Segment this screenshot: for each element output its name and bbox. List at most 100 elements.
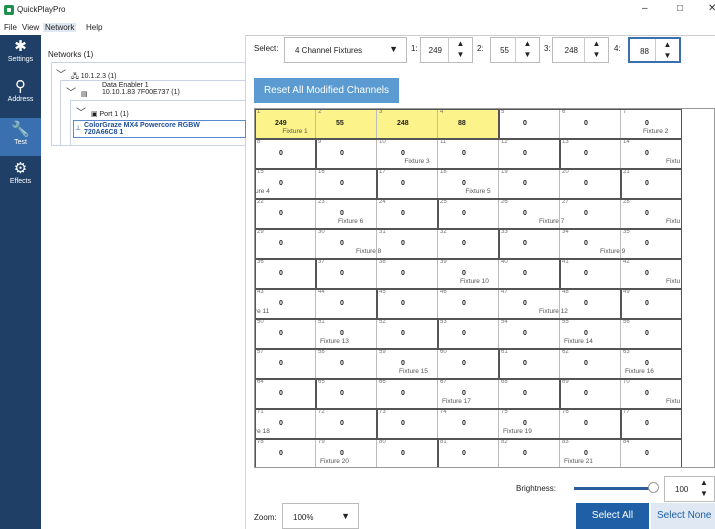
brightness-spinner[interactable]: 100 ▲ ▼ <box>664 476 715 502</box>
channel-3-spinner[interactable]: 248 ▲ ▼ <box>552 37 609 63</box>
channel-cell-53[interactable]: 53 0 <box>438 319 499 349</box>
channel-cell-4[interactable]: 4 88 <box>438 109 499 139</box>
channel-cell-56[interactable]: 56 0 <box>621 319 682 349</box>
channel-cell-73[interactable]: 73 0 <box>377 409 438 439</box>
channel-cell-62[interactable]: 62 0 <box>560 349 621 379</box>
select-none-button[interactable]: Select None <box>651 503 715 529</box>
channel-cell-2[interactable]: 2 55 <box>316 109 377 139</box>
channel-cell-22[interactable]: 22 0 <box>255 199 316 229</box>
brightness-slider-track[interactable] <box>574 487 654 490</box>
menu-network[interactable]: Network <box>43 23 77 32</box>
up-down-arrows-icon[interactable]: ▲ ▼ <box>448 38 472 62</box>
channel-cell-24[interactable]: 24 0 <box>377 199 438 229</box>
channel-cell-40[interactable]: 40 0 <box>499 259 560 289</box>
channel-number: 22 <box>257 199 264 205</box>
channel-cell-21[interactable]: 21 0 <box>621 169 682 199</box>
channel-cell-25[interactable]: 25 0 <box>438 199 499 229</box>
nav-test[interactable]: 🔧 Test <box>0 118 41 156</box>
channel-cell-8[interactable]: 80 <box>255 139 316 169</box>
channel-cell-16[interactable]: 16 0 <box>316 169 377 199</box>
channel-cell-82[interactable]: 82 0 <box>499 439 560 467</box>
channel-cell-11[interactable]: 11 0 <box>438 139 499 169</box>
channel-cell-6[interactable]: 60 <box>560 109 621 139</box>
channel-cell-80[interactable]: 80 0 <box>377 439 438 467</box>
channel-cell-78[interactable]: 78 0 <box>255 439 316 467</box>
fixture-type-dropdown[interactable]: 4 Channel Fixtures ▼ <box>284 37 407 63</box>
up-down-arrows-icon[interactable]: ▲ ▼ <box>700 477 714 501</box>
channel-cell-72[interactable]: 72 0 <box>316 409 377 439</box>
chevron-down-icon[interactable]: ﹀ <box>66 84 76 99</box>
brightness-slider-handle[interactable] <box>648 482 659 493</box>
nav-effects[interactable]: ⚙ Effects <box>0 157 41 195</box>
channel-cell-5[interactable]: 50 <box>499 109 560 139</box>
channel-cell-50[interactable]: 50 0 <box>255 319 316 349</box>
channel-cell-12[interactable]: 12 0 <box>499 139 560 169</box>
channel-value: 0 <box>340 390 344 397</box>
channel-cell-44[interactable]: 44 0 <box>316 289 377 319</box>
channel-cell-36[interactable]: 36 0 <box>255 259 316 289</box>
nav-settings[interactable]: ✱ Settings <box>0 35 41 73</box>
nav-address[interactable]: ⚲ Address <box>0 75 41 113</box>
channel-cell-64[interactable]: 64 0 <box>255 379 316 409</box>
channel-cell-46[interactable]: 46 0 <box>438 289 499 319</box>
channel-cell-27[interactable]: 27 0 <box>560 199 621 229</box>
nav-address-label: Address <box>7 96 34 103</box>
channel-cell-31[interactable]: 31 0 <box>377 229 438 259</box>
channel-number: 67 <box>440 379 447 385</box>
fixture-label: Fixture 3 <box>404 158 430 165</box>
tree-node-fixture[interactable]: ⊥ ColorGraze MX4 Powercore RGBW 720A66C8… <box>73 120 246 138</box>
channel-cell-61[interactable]: 61 0 <box>499 349 560 379</box>
tree-node-enabler[interactable]: ﹀ ▤ Data Enabler 1 10.10.1.83 7F00E737 (… <box>66 82 180 99</box>
channel-cell-13[interactable]: 13 0 <box>560 139 621 169</box>
close-button[interactable]: ✕ <box>708 3 715 14</box>
chevron-down-icon[interactable]: ﹀ <box>76 104 86 119</box>
zoom-dropdown[interactable]: 100% ▼ <box>282 503 359 529</box>
channel-cell-74[interactable]: 74 0 <box>438 409 499 439</box>
tree-node-port[interactable]: ﹀ ▣ Port 1 (1) <box>76 104 129 119</box>
minimize-button[interactable]: – <box>642 3 648 14</box>
channel-2-spinner[interactable]: 55 ▲ ▼ <box>490 37 540 63</box>
channel-cell-17[interactable]: 17 0 <box>377 169 438 199</box>
menu-help[interactable]: Help <box>84 23 104 32</box>
channel-cell-29[interactable]: 29 0 <box>255 229 316 259</box>
channel-cell-35[interactable]: 35 0 <box>621 229 682 259</box>
channel-cell-69[interactable]: 69 0 <box>560 379 621 409</box>
channel-cell-58[interactable]: 58 0 <box>316 349 377 379</box>
up-down-arrows-icon[interactable]: ▲ ▼ <box>515 38 539 62</box>
select-all-button[interactable]: Select All <box>576 503 649 529</box>
channel-cell-52[interactable]: 52 0 <box>377 319 438 349</box>
up-down-arrows-icon[interactable]: ▲ ▼ <box>584 38 608 62</box>
channel-cell-54[interactable]: 54 0 <box>499 319 560 349</box>
channel-cell-3[interactable]: 3 248 <box>377 109 438 139</box>
tree-root[interactable]: Networks (1) <box>48 50 93 59</box>
channel-cell-45[interactable]: 45 0 <box>377 289 438 319</box>
channel-cell-65[interactable]: 65 0 <box>316 379 377 409</box>
channel-cell-60[interactable]: 60 0 <box>438 349 499 379</box>
channel-cell-76[interactable]: 76 0 <box>560 409 621 439</box>
up-down-arrows-icon[interactable]: ▲ ▼ <box>655 39 679 61</box>
channel-cell-20[interactable]: 20 0 <box>560 169 621 199</box>
channel-4-spinner[interactable]: 88 ▲ ▼ <box>628 37 681 63</box>
menu-file[interactable]: File <box>2 23 19 32</box>
reset-channels-button[interactable]: Reset All Modified Channels <box>254 78 399 103</box>
channel-cell-9[interactable]: 90 <box>316 139 377 169</box>
channel-cell-33[interactable]: 33 0 <box>499 229 560 259</box>
maximize-button[interactable]: □ <box>677 3 683 14</box>
channel-cell-57[interactable]: 57 0 <box>255 349 316 379</box>
channel-cell-68[interactable]: 68 0 <box>499 379 560 409</box>
channel-cell-84[interactable]: 84 0 <box>621 439 682 467</box>
channel-cell-48[interactable]: 48 0 <box>560 289 621 319</box>
channel-cell-66[interactable]: 66 0 <box>377 379 438 409</box>
channel-cell-32[interactable]: 32 0 <box>438 229 499 259</box>
menu-view[interactable]: View <box>20 23 41 32</box>
channel-cell-37[interactable]: 37 0 <box>316 259 377 289</box>
channel-cell-49[interactable]: 49 0 <box>621 289 682 319</box>
channel-cell-38[interactable]: 38 0 <box>377 259 438 289</box>
channel-1-spinner[interactable]: 249 ▲ ▼ <box>420 37 473 63</box>
channel-cell-81[interactable]: 81 0 <box>438 439 499 467</box>
chevron-down-icon[interactable]: ﹀ <box>56 66 66 81</box>
channel-cell-77[interactable]: 77 0 <box>621 409 682 439</box>
channel-value: 0 <box>523 180 527 187</box>
channel-cell-19[interactable]: 19 0 <box>499 169 560 199</box>
channel-cell-41[interactable]: 41 0 <box>560 259 621 289</box>
